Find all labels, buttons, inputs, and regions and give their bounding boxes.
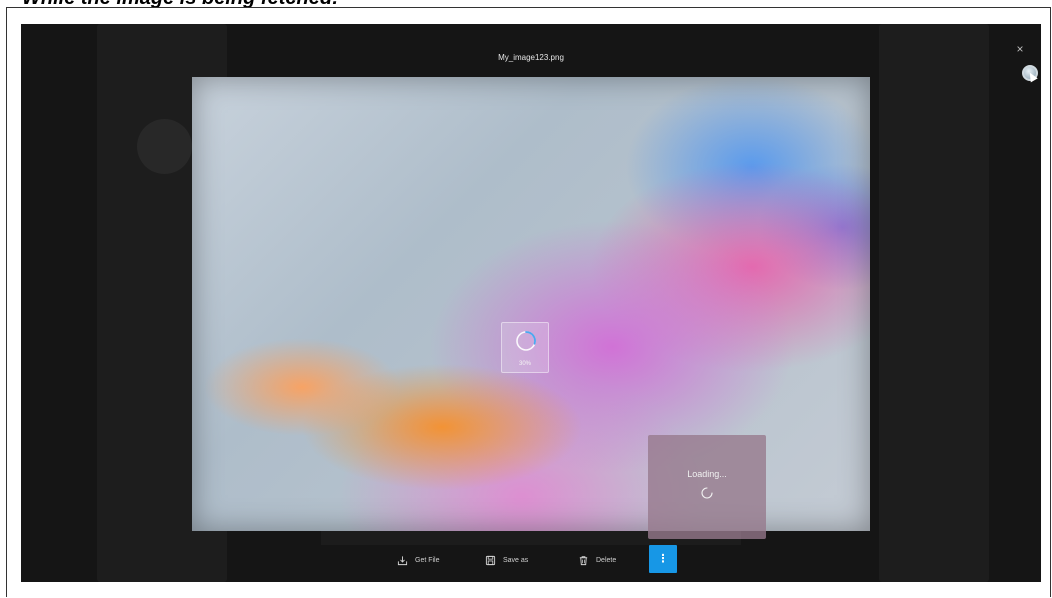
background-panel [879,24,989,582]
progress-ring-icon [516,331,536,351]
save-as-label: Save as [503,556,529,564]
file-name-title: My_image123.png [498,53,564,62]
image-preview: 30% [192,77,870,531]
more-vertical-icon: ⋮ [657,553,669,565]
loading-spinner-icon [701,487,713,499]
delete-label: Delete [596,556,617,564]
loading-toast: Loading... [648,435,766,539]
background-avatar [137,119,192,174]
toolbar-shadow [321,531,741,545]
fetch-progress-indicator: 30% [501,322,549,373]
loading-label: Loading... [687,469,727,479]
close-icon[interactable]: × [1013,42,1027,56]
save-as-button[interactable]: Save as [485,552,528,568]
get-file-button[interactable]: Get File [397,552,440,568]
download-icon [397,555,408,565]
floppy-disk-icon [485,555,496,565]
get-file-label: Get File [415,556,440,564]
trash-icon [579,555,588,565]
progress-percent: 30% [518,361,531,367]
delete-button[interactable]: Delete [578,552,616,568]
more-options-button[interactable]: ⋮ [649,545,677,573]
image-viewer-overlay: My_image123.png × 30% Loading... Get Fil… [21,24,1041,582]
